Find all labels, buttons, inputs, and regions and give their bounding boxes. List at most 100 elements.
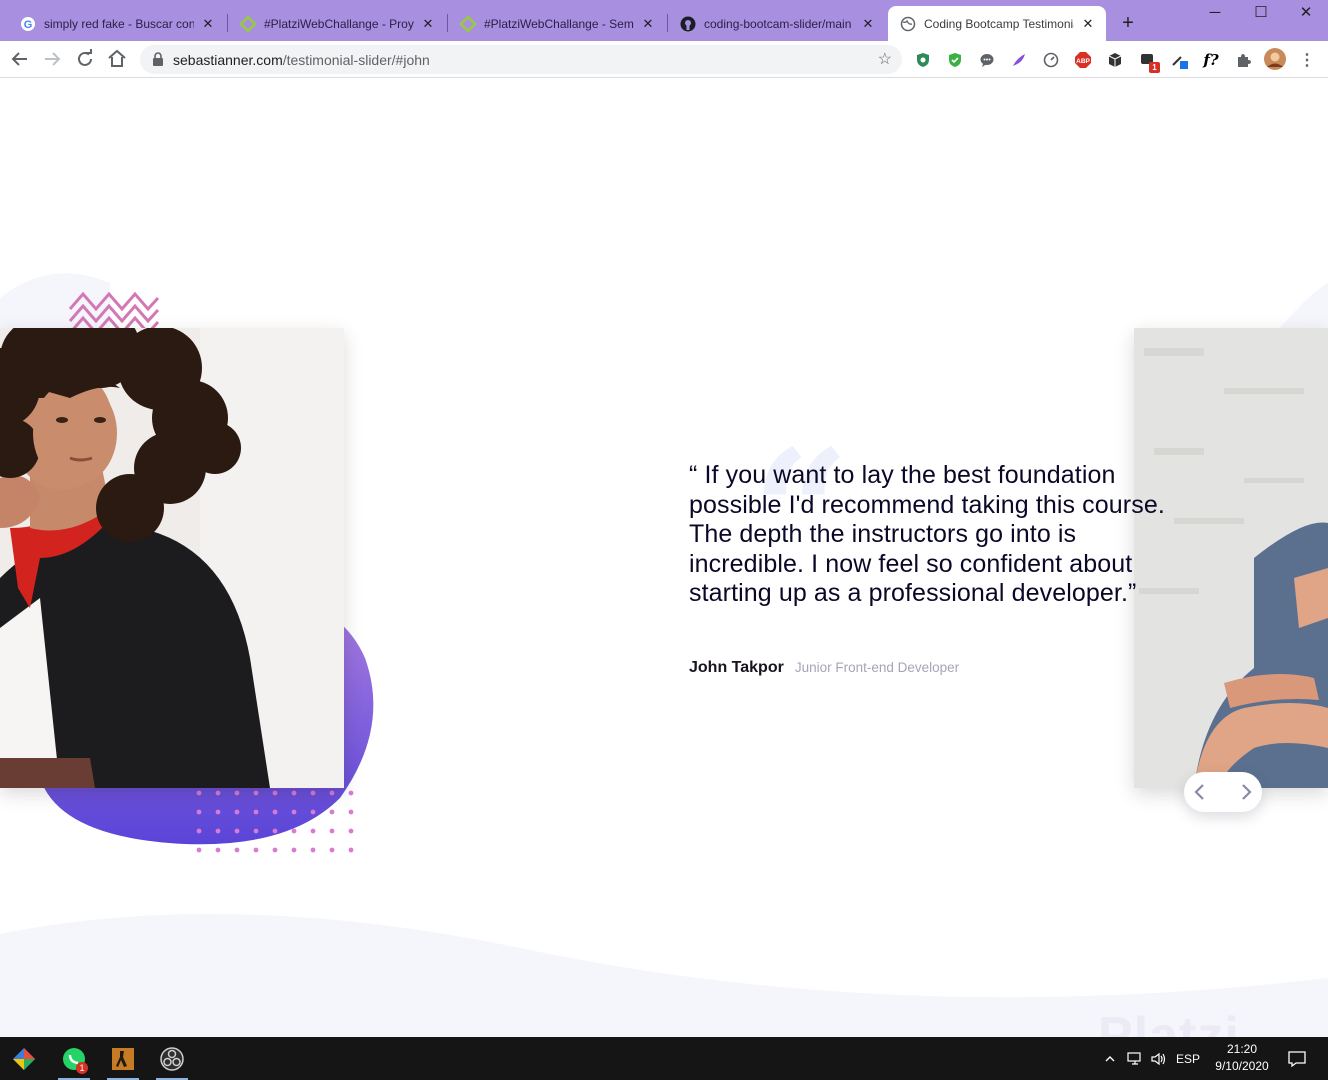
decorative-dot <box>348 847 354 853</box>
feather-extension-icon[interactable] <box>1009 50 1029 70</box>
previous-slide-button[interactable] <box>1188 780 1212 804</box>
tab-platzi-proyecto[interactable]: #PlatziWebChallange - Proyecto ✕ <box>228 6 446 41</box>
next-slide-button[interactable] <box>1234 780 1258 804</box>
adblock-plus-extension-icon[interactable]: ABP <box>1073 50 1093 70</box>
decorative-dot <box>291 828 297 834</box>
tab-title: coding-bootcam-slider/main <box>704 16 852 31</box>
testimonial-quote: “ If you want to lay the best foundation… <box>689 461 1165 607</box>
whatsapp-icon[interactable]: 1 <box>54 1037 94 1080</box>
show-hidden-icons-icon[interactable] <box>1100 1037 1120 1080</box>
decorative-dot <box>215 790 221 796</box>
decorative-dot <box>291 790 297 796</box>
decorative-dot <box>329 828 335 834</box>
back-icon[interactable] <box>8 47 32 71</box>
new-tab-button[interactable]: + <box>1116 12 1140 36</box>
globe-icon <box>900 16 916 32</box>
maximize-window-icon[interactable]: ☐ <box>1238 0 1284 28</box>
decorative-dot <box>310 847 316 853</box>
decorative-dot <box>329 809 335 815</box>
google-icon: G <box>20 16 36 32</box>
decorative-dot <box>234 828 240 834</box>
close-tab-icon[interactable]: ✕ <box>640 16 656 32</box>
windows-taskbar: 1 ESP 21:20 9/10/2020 <box>0 1037 1328 1080</box>
decorative-dot <box>291 809 297 815</box>
address-bar[interactable]: sebastianner.com/testimonial-slider/#joh… <box>140 45 902 74</box>
tab-title: #PlatziWebChallange - Proyecto <box>264 16 414 31</box>
extension-badge: 1 <box>1149 62 1160 73</box>
author-name: John Takpor <box>689 659 784 676</box>
minimize-window-icon[interactable]: ─ <box>1192 0 1238 28</box>
close-tab-icon[interactable]: ✕ <box>200 16 216 32</box>
decorative-dot <box>348 828 354 834</box>
tab-github[interactable]: coding-bootcam-slider/main ✕ <box>668 6 886 41</box>
reload-icon[interactable] <box>73 47 97 71</box>
decorative-dot <box>291 847 297 853</box>
language-indicator[interactable]: ESP <box>1172 1037 1204 1080</box>
font-extension-icon[interactable]: f? <box>1201 50 1221 70</box>
decorative-dot <box>234 809 240 815</box>
decorative-dot <box>196 790 202 796</box>
home-icon[interactable] <box>105 47 129 71</box>
decorative-dot <box>234 790 240 796</box>
decorative-dot <box>310 828 316 834</box>
system-clock[interactable]: 21:20 9/10/2020 <box>1212 1041 1272 1075</box>
platzi-watermark: Platzi <box>1098 1007 1240 1037</box>
platzi-icon <box>460 15 476 32</box>
decorative-dot <box>253 847 259 853</box>
decorative-dot <box>348 809 354 815</box>
close-tab-icon[interactable]: ✕ <box>860 16 876 32</box>
decorative-dot <box>348 790 354 796</box>
picker-extension-icon[interactable] <box>1169 50 1189 70</box>
adguard-extension-icon[interactable] <box>913 50 933 70</box>
lock-icon[interactable] <box>152 52 164 66</box>
browser-menu-icon[interactable]: ⋮ <box>1297 50 1317 70</box>
svg-text:G: G <box>24 19 33 31</box>
decorative-dot <box>310 809 316 815</box>
game-app-icon[interactable] <box>103 1037 143 1080</box>
author-role: Junior Front-end Developer <box>794 660 960 675</box>
decorative-dot <box>196 847 202 853</box>
chevron-left-icon <box>1194 784 1204 800</box>
box-extension-icon[interactable] <box>1105 50 1125 70</box>
tab-google-search[interactable]: G simply red fake - Buscar con Google ✕ <box>8 6 226 41</box>
url-domain: sebastianner.com <box>173 52 283 68</box>
clock-date: 9/10/2020 <box>1215 1059 1269 1073</box>
decorative-dot <box>215 847 221 853</box>
decorative-dot <box>253 828 259 834</box>
notifications-icon[interactable] <box>1284 1037 1310 1080</box>
chevron-right-icon <box>1242 784 1252 800</box>
windows-start-icon[interactable] <box>4 1037 44 1080</box>
decorative-dot <box>196 828 202 834</box>
slider-controls <box>1184 772 1262 812</box>
tab-title: #PlatziWebChallange - Semana <box>484 16 634 31</box>
decorative-dot <box>272 790 278 796</box>
close-window-icon[interactable]: ✕ <box>1283 0 1328 28</box>
abp-label: ABP <box>1076 58 1090 65</box>
puzzle-extensions-icon[interactable] <box>1233 50 1253 70</box>
decorative-dot <box>253 809 259 815</box>
forward-icon[interactable] <box>40 47 64 71</box>
network-icon[interactable] <box>1124 1037 1146 1080</box>
decorative-dot <box>234 847 240 853</box>
tab-platzi-semana[interactable]: #PlatziWebChallange - Semana ✕ <box>448 6 666 41</box>
tab-testimonial-slider[interactable]: Coding Bootcamp Testimonial Slider ✕ <box>888 6 1106 41</box>
obs-studio-icon[interactable] <box>152 1037 192 1080</box>
shield-extension-icon[interactable] <box>945 50 965 70</box>
profile-avatar[interactable] <box>1264 48 1286 70</box>
bookmark-star-icon[interactable]: ☆ <box>878 49 892 69</box>
volume-icon[interactable] <box>1148 1037 1170 1080</box>
decorative-dot <box>329 847 335 853</box>
decorative-dot <box>196 809 202 815</box>
url-path: /testimonial-slider/#john <box>282 52 430 68</box>
clock-time: 21:20 <box>1226 1042 1258 1056</box>
close-tab-icon[interactable]: ✕ <box>1080 16 1096 32</box>
decorative-dot <box>253 790 259 796</box>
platzi-icon <box>240 15 256 32</box>
close-tab-icon[interactable]: ✕ <box>420 16 436 32</box>
gauge-extension-icon[interactable] <box>1041 50 1061 70</box>
notification-extension-icon[interactable]: 1 <box>1137 50 1160 73</box>
tab-title: Coding Bootcamp Testimonial Slider <box>924 16 1074 31</box>
decorative-dot <box>215 828 221 834</box>
browser-tab-strip: G simply red fake - Buscar con Google ✕ … <box>0 0 1328 41</box>
chat-extension-icon[interactable] <box>977 50 997 70</box>
